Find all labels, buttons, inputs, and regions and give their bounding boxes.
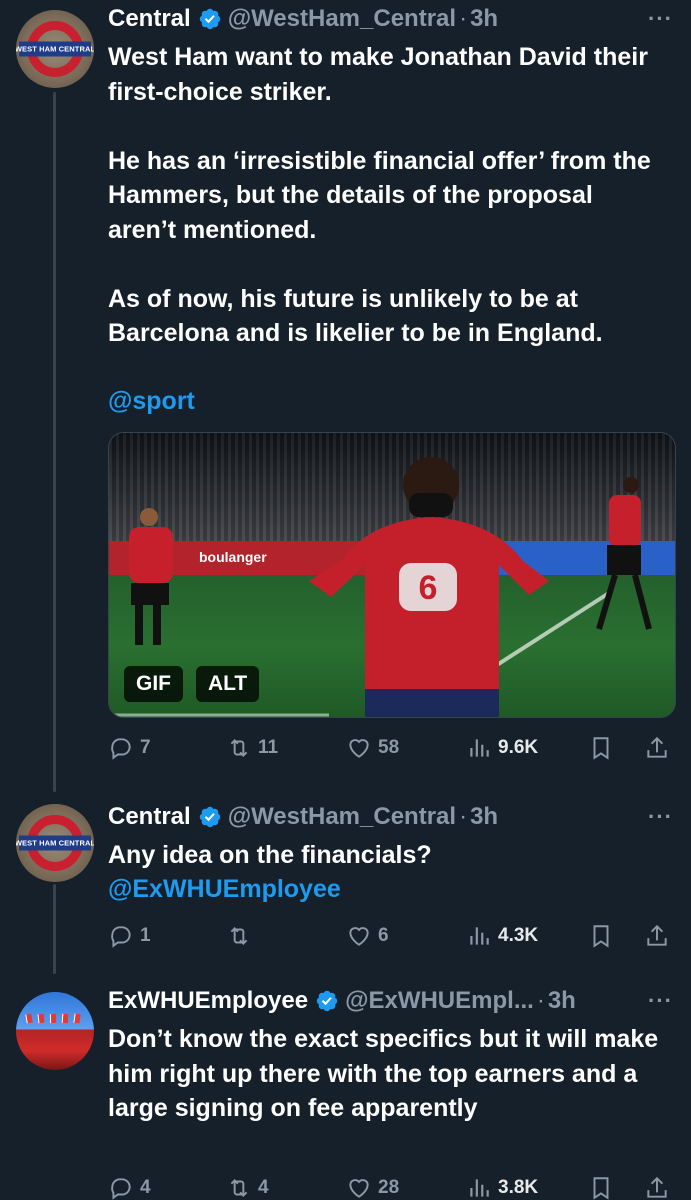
reply-icon xyxy=(111,926,131,948)
avatar-logo-text: WEST HAM CENTRAL xyxy=(16,41,94,57)
tweet-header: Central @WestHam_Central · 3h xyxy=(108,800,675,834)
mention-link[interactable]: @sport xyxy=(108,384,667,419)
player-right xyxy=(596,477,652,630)
tweet-3[interactable]: ExWHUEmployee @ExWHUEmpl... · 3h ··· Don… xyxy=(0,978,691,1200)
author-name[interactable]: Central xyxy=(108,5,191,33)
reply-icon xyxy=(111,738,131,760)
verified-badge-icon xyxy=(198,7,222,31)
tweet-text: Don’t know the exact specifics but it wi… xyxy=(108,1025,659,1122)
reply-icon xyxy=(111,1178,131,1200)
view-count: 9.6K xyxy=(498,737,539,758)
avatar[interactable]: WEST HAM CENTRAL xyxy=(16,804,94,882)
reply-button[interactable]: 4 xyxy=(108,1170,151,1200)
share-icon xyxy=(647,1176,667,1198)
views-icon xyxy=(470,927,489,945)
thread-line xyxy=(53,92,56,792)
alt-text-button[interactable]: ALT xyxy=(196,666,260,702)
tweet-text: West Ham want to make Jonathan David the… xyxy=(108,43,651,347)
retweet-icon xyxy=(230,1179,248,1197)
bookmark-button[interactable] xyxy=(588,918,614,954)
tweet-actions: 7 11 58 9.6K xyxy=(108,730,675,766)
tweet-1[interactable]: WEST HAM CENTRAL Central @WestHam_Centra… xyxy=(0,0,691,792)
reply-count: 1 xyxy=(140,925,151,946)
reply-button[interactable]: 1 xyxy=(108,918,151,954)
retweet-button[interactable]: 11 xyxy=(226,730,278,766)
separator: · xyxy=(459,803,468,830)
tweet-actions: 1 6 4.3K xyxy=(108,918,675,954)
share-button[interactable] xyxy=(644,730,670,766)
tweet-text: Any idea on the financials? xyxy=(108,841,432,869)
gif-badge: GIF xyxy=(124,666,183,702)
bookmark-button[interactable] xyxy=(588,730,614,766)
heart-icon xyxy=(349,739,369,758)
author-name[interactable]: Central xyxy=(108,803,191,831)
more-options-icon[interactable]: ··· xyxy=(648,988,673,1014)
tweet-actions: 4 4 28 3.8K xyxy=(108,1170,675,1200)
avatar[interactable]: WEST HAM CENTRAL xyxy=(16,10,94,88)
like-count: 28 xyxy=(378,1177,400,1198)
bookmark-icon xyxy=(593,737,609,760)
views-icon xyxy=(470,1179,489,1197)
tweet-header: ExWHUEmployee @ExWHUEmpl... · 3h xyxy=(108,984,675,1018)
svg-text:6: 6 xyxy=(419,569,438,607)
share-icon xyxy=(647,924,667,946)
bookmark-button[interactable] xyxy=(588,1170,614,1200)
like-button[interactable]: 28 xyxy=(346,1170,399,1200)
reply-count: 7 xyxy=(140,737,151,758)
views-button[interactable]: 9.6K xyxy=(466,730,538,766)
heart-icon xyxy=(349,927,369,946)
pitch-line: 6 xyxy=(109,457,652,717)
avatar-flags xyxy=(24,1013,84,1034)
view-count: 4.3K xyxy=(498,925,539,946)
author-name[interactable]: ExWHUEmployee xyxy=(108,987,308,1015)
player-main: 6 xyxy=(309,457,549,717)
retweet-count: 11 xyxy=(258,737,279,758)
verified-badge-icon xyxy=(315,989,339,1013)
view-count: 3.8K xyxy=(498,1177,539,1198)
retweet-icon xyxy=(230,927,248,945)
share-button[interactable] xyxy=(644,1170,670,1200)
mention-link[interactable]: @ExWHUEmployee xyxy=(108,872,667,907)
tweet-2[interactable]: WEST HAM CENTRAL Central @WestHam_Centra… xyxy=(0,790,691,974)
author-handle[interactable]: @WestHam_Central xyxy=(228,5,456,33)
like-count: 58 xyxy=(378,737,400,758)
timestamp[interactable]: 3h xyxy=(548,987,576,1015)
views-button[interactable]: 4.3K xyxy=(466,918,538,954)
player-left xyxy=(129,508,173,645)
like-button[interactable]: 58 xyxy=(346,730,399,766)
share-button[interactable] xyxy=(644,918,670,954)
retweet-button[interactable] xyxy=(226,918,258,954)
more-options-icon[interactable]: ··· xyxy=(648,804,673,830)
separator: · xyxy=(459,5,468,32)
like-count: 6 xyxy=(378,925,389,946)
retweet-button[interactable]: 4 xyxy=(226,1170,269,1200)
timestamp[interactable]: 3h xyxy=(470,5,498,33)
verified-badge-icon xyxy=(198,805,222,829)
views-icon xyxy=(470,739,489,757)
thread-line xyxy=(53,884,56,974)
bookmark-icon xyxy=(593,1177,609,1200)
separator: · xyxy=(536,987,545,1014)
retweet-icon xyxy=(230,739,248,757)
bookmark-icon xyxy=(593,925,609,948)
like-button[interactable]: 6 xyxy=(346,918,389,954)
author-handle[interactable]: @WestHam_Central xyxy=(228,803,456,831)
reply-count: 4 xyxy=(140,1177,151,1198)
more-options-icon[interactable]: ··· xyxy=(648,6,673,32)
tweet-gif[interactable]: boulanger 6 xyxy=(108,432,676,718)
tweet-header: Central @WestHam_Central · 3h xyxy=(108,2,675,36)
reply-button[interactable]: 7 xyxy=(108,730,151,766)
heart-icon xyxy=(349,1179,369,1198)
timestamp[interactable]: 3h xyxy=(470,803,498,831)
avatar[interactable] xyxy=(16,992,94,1070)
views-button[interactable]: 3.8K xyxy=(466,1170,538,1200)
author-handle[interactable]: @ExWHUEmpl... xyxy=(345,987,534,1015)
avatar-logo-text: WEST HAM CENTRAL xyxy=(16,835,94,851)
share-icon xyxy=(647,736,667,758)
retweet-count: 4 xyxy=(258,1177,269,1198)
